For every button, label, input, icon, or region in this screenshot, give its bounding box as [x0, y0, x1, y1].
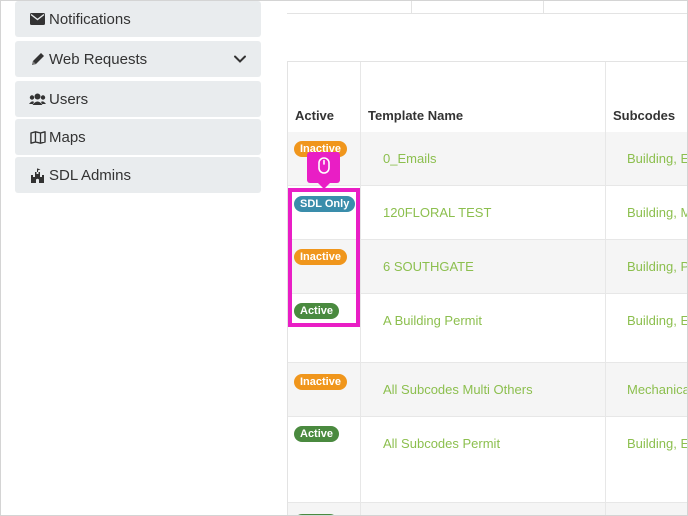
mouse-icon — [317, 156, 330, 179]
map-icon — [29, 129, 46, 145]
table-row[interactable]: Active All Subcodes Permit Building, El — [288, 416, 688, 502]
status-badge: SDL Only — [294, 196, 356, 212]
app-window: Notifications Web Requests Users Maps SD… — [0, 0, 688, 516]
status-badge: Active — [294, 426, 340, 442]
sidebar-item-label: SDL Admins — [49, 166, 131, 184]
template-name-link[interactable]: 120FLORAL TEST — [383, 205, 491, 220]
column-header-template-name[interactable]: Template Name — [368, 108, 463, 123]
column-divider — [605, 62, 606, 515]
subcodes-cell: Building, El — [627, 436, 688, 451]
sidebar-item-web-requests[interactable]: Web Requests — [15, 41, 261, 77]
sidebar-item-sdl-admins[interactable]: SDL Admins — [15, 157, 261, 193]
envelope-icon — [29, 11, 46, 27]
users-icon — [29, 91, 46, 107]
status-badge: Active — [294, 303, 340, 319]
table-row[interactable]: Active A Building Permit Building, El — [288, 293, 688, 362]
table-header: Active Template Name Subcodes — [288, 62, 687, 132]
column-header-active[interactable]: Active — [295, 108, 334, 123]
status-badge: Inactive — [294, 374, 347, 390]
tab-divider — [411, 1, 412, 14]
table-row[interactable]: SDL Only 120FLORAL TEST Building, M — [288, 185, 688, 239]
column-divider — [360, 62, 361, 515]
templates-table: Active Template Name Subcodes Inactive 0… — [287, 61, 688, 515]
sidebar-item-label: Users — [49, 90, 89, 108]
sidebar-item-users[interactable]: Users — [15, 81, 261, 117]
sidebar-item-label: Maps — [49, 128, 86, 146]
column-header-subcodes[interactable]: Subcodes — [613, 108, 675, 123]
table-row[interactable]: Inactive 0_Emails Building, El — [288, 132, 688, 185]
tab-strip — [287, 1, 687, 14]
cursor-tag — [307, 152, 340, 189]
table-row[interactable]: Inactive All Subcodes Multi Others Mecha… — [288, 362, 688, 416]
chevron-down-icon[interactable] — [233, 52, 247, 66]
template-name-link[interactable]: All Subcodes Multi Others — [383, 382, 533, 397]
template-name-link[interactable]: 0_Emails — [383, 151, 436, 166]
subcodes-cell: Mechanica — [627, 382, 688, 397]
sidebar-item-label: Web Requests — [49, 50, 148, 68]
template-name-link[interactable]: All Subcodes Permit — [383, 436, 500, 451]
sidebar-item-label: Notifications — [49, 10, 131, 28]
tab-divider — [543, 1, 544, 14]
pencil-icon — [29, 51, 46, 67]
sidebar-item-notifications[interactable]: Notifications — [15, 1, 261, 37]
subcodes-cell: Building, El — [627, 151, 688, 166]
sidebar-item-maps[interactable]: Maps — [15, 119, 261, 155]
template-name-link[interactable]: 6 SOUTHGATE — [383, 259, 474, 274]
table-row[interactable] — [288, 502, 687, 515]
subcodes-cell: Building, Pl — [627, 259, 688, 274]
status-badge: Inactive — [294, 249, 347, 265]
table-row[interactable]: Inactive 6 SOUTHGATE Building, Pl — [288, 239, 688, 293]
castle-icon — [29, 167, 46, 183]
subcodes-cell: Building, El — [627, 313, 688, 328]
subcodes-cell: Building, M — [627, 205, 688, 220]
template-name-link[interactable]: A Building Permit — [383, 313, 482, 328]
